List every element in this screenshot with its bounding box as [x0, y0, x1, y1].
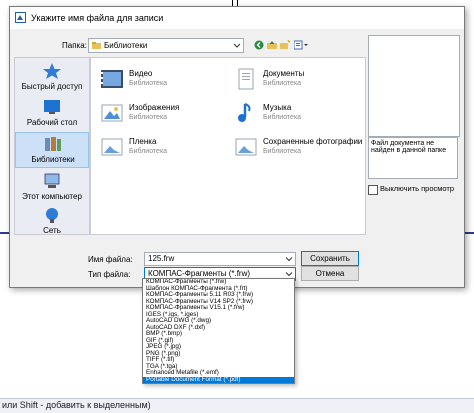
documents-library-icon	[238, 68, 254, 90]
network-icon	[46, 208, 58, 223]
folder-value: Библиотеки	[104, 41, 148, 50]
status-text: или Shift - добавить к выделенным)	[2, 400, 151, 410]
place-this-pc[interactable]: Этот компьютер	[15, 170, 89, 206]
item-name: Сохраненные фотографии	[263, 137, 363, 146]
desktop-icon	[44, 100, 60, 114]
preview-pane	[368, 35, 460, 137]
item-type: Библиотека	[263, 114, 302, 121]
place-label: Быстрый доступ	[21, 82, 83, 91]
item-type: Библиотека	[129, 114, 168, 121]
preview-note: Файл документа не найден в данной папке	[368, 137, 458, 179]
place-label: Сеть	[43, 226, 61, 235]
background-drawing-line	[0, 232, 9, 234]
filename-input[interactable]: 125.frw	[144, 252, 296, 266]
place-label: Библиотеки	[31, 155, 75, 164]
filename-label: Имя файла:	[88, 255, 133, 264]
places-bar: Быстрый доступ Рабочий стол Библиотеки Э…	[14, 57, 90, 235]
list-item-video[interactable]: Видео Библиотека	[99, 66, 229, 94]
up-folder-icon[interactable]	[267, 40, 277, 50]
dialog-title: Укажите имя файла для записи	[31, 13, 164, 23]
filetype-option[interactable]: Portable Document Format (*.pdf)	[143, 376, 294, 383]
place-desktop[interactable]: Рабочий стол	[15, 96, 89, 132]
app-icon	[15, 12, 26, 23]
filetype-value: КОМПАС-Фрагменты (*.frw)	[148, 269, 251, 278]
place-network[interactable]: Сеть	[15, 204, 89, 240]
place-label: Рабочий стол	[26, 118, 78, 127]
place-label: Этот компьютер	[22, 192, 82, 201]
music-library-icon	[238, 103, 251, 122]
folder-label: Папка:	[62, 41, 87, 50]
libraries-icon	[45, 137, 61, 151]
camera-roll-library-icon	[101, 138, 123, 156]
folder-combo[interactable]: Библиотеки	[88, 38, 244, 53]
dialog-titlebar[interactable]: Укажите имя файла для записи	[10, 7, 464, 29]
item-name: Документы	[263, 69, 305, 78]
chevron-down-icon	[233, 43, 241, 48]
item-type: Библиотека	[263, 148, 302, 155]
filename-value: 125.frw	[148, 254, 175, 263]
item-name: Музыка	[263, 103, 292, 112]
item-name: Видео	[129, 69, 153, 78]
computer-icon	[44, 173, 60, 188]
list-item-documents[interactable]: Документы Библиотека	[233, 66, 363, 94]
place-quick-access[interactable]: Быстрый доступ	[15, 60, 89, 96]
video-library-icon	[101, 70, 123, 88]
item-name: Пленка	[129, 137, 157, 146]
item-type: Библиотека	[129, 80, 168, 87]
chevron-down-icon[interactable]	[283, 253, 295, 265]
list-item-saved-pictures[interactable]: Сохраненные фотографии Библиотека	[233, 134, 363, 162]
list-item-music[interactable]: Музыка Библиотека	[233, 100, 363, 128]
item-type: Библиотека	[129, 148, 168, 155]
libraries-icon	[92, 42, 101, 49]
item-type: Библиотека	[263, 80, 302, 87]
list-item-camera-roll[interactable]: Пленка Библиотека	[99, 134, 229, 162]
place-libraries[interactable]: Библиотеки	[15, 132, 89, 168]
view-menu-icon[interactable]	[294, 40, 308, 50]
filetype-label: Тип файла:	[88, 270, 131, 279]
hide-preview-label: Выключить просмотр	[380, 184, 455, 193]
cancel-button[interactable]: Отмена	[301, 266, 359, 281]
new-folder-icon[interactable]	[280, 40, 290, 50]
checkbox-box[interactable]	[368, 185, 378, 195]
save-file-dialog: Укажите имя файла для записи Папка: Библ…	[9, 6, 465, 288]
back-icon[interactable]	[254, 40, 264, 50]
star-icon	[43, 63, 61, 79]
pictures-library-icon	[101, 104, 123, 122]
file-list: Видео Библиотека Документы Библиотека Из…	[90, 57, 366, 235]
background-status-bar: или Shift - добавить к выделенным)	[0, 398, 474, 413]
filetype-dropdown-list: КОМПАС-Фрагменты (*.frw) Шаблон КОМПАС-Фр…	[142, 278, 295, 384]
save-button[interactable]: Сохранить	[301, 251, 359, 266]
item-name: Изображения	[129, 103, 180, 112]
saved-pictures-library-icon	[235, 138, 257, 156]
list-item-pictures[interactable]: Изображения Библиотека	[99, 100, 229, 128]
